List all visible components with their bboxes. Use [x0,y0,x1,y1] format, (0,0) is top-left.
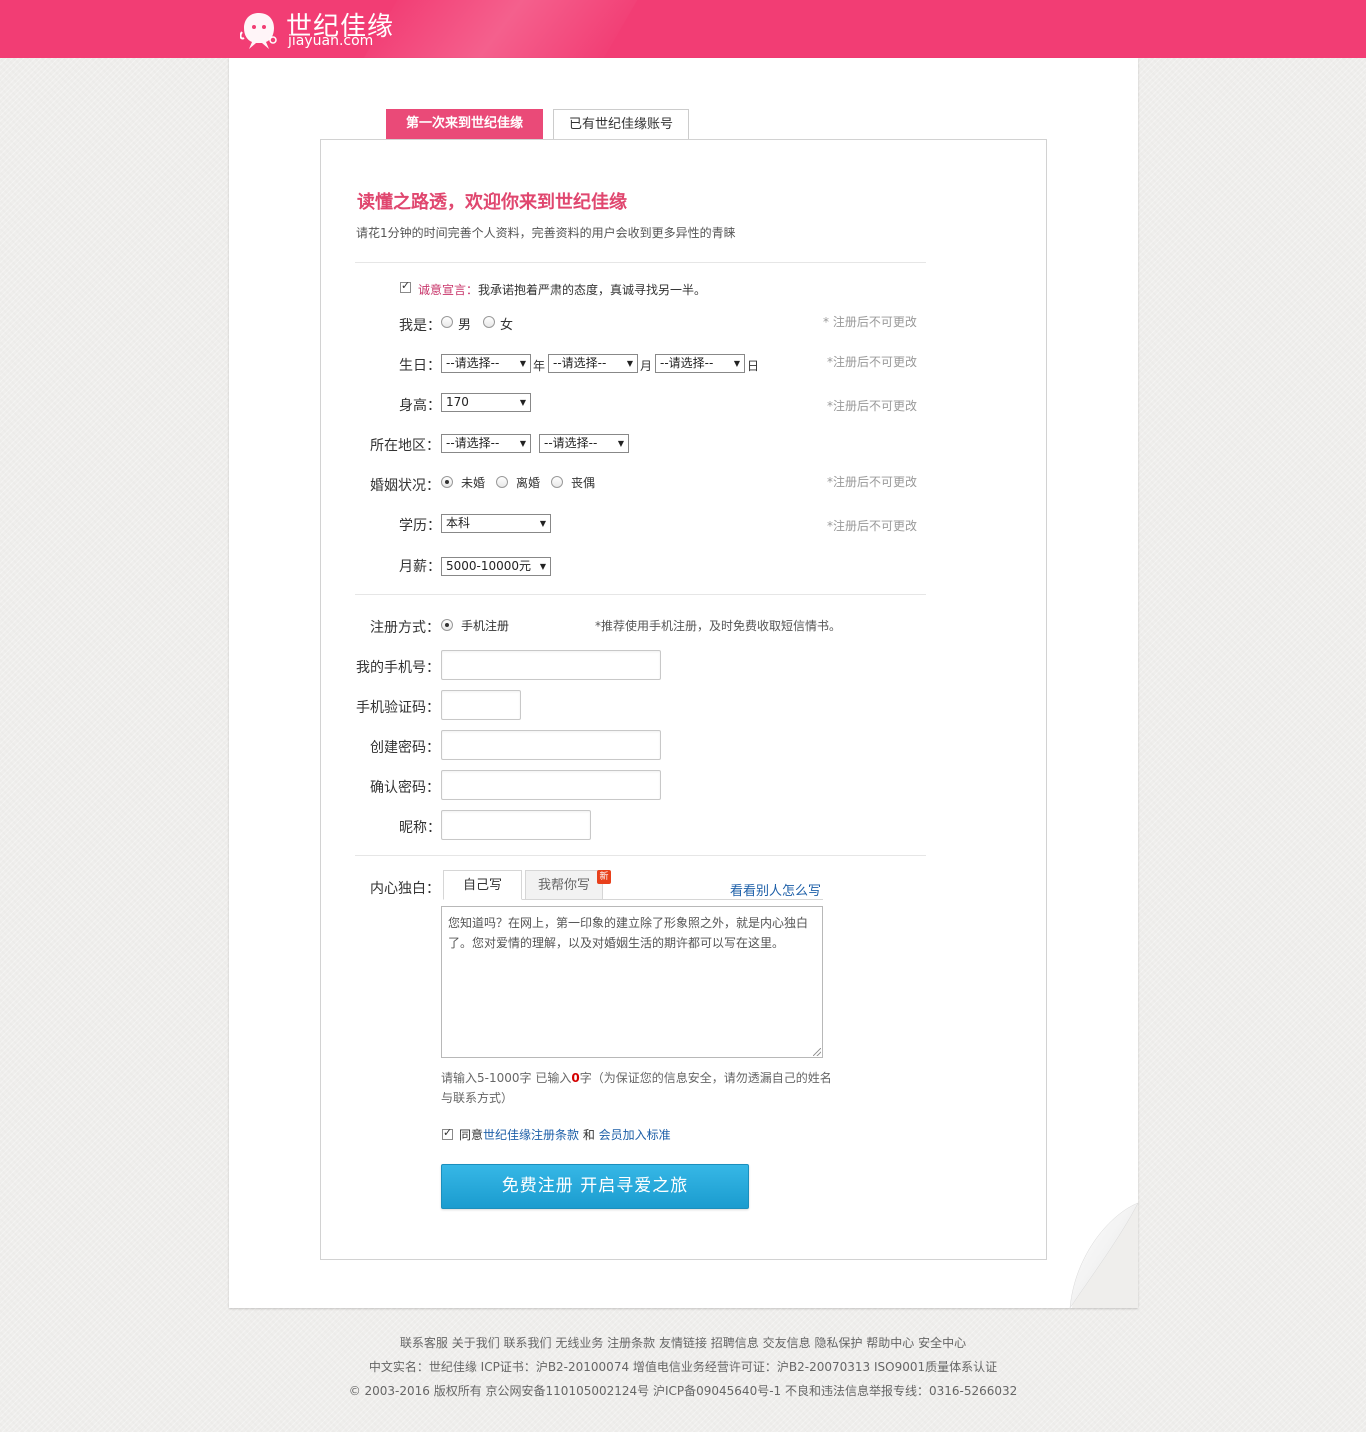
chevron-down-icon: ▼ [519,398,526,407]
section-divider [355,594,926,595]
marriage-option-widowed: 丧偶 [571,476,596,490]
verify-code-input[interactable] [441,690,521,720]
phone-input[interactable] [441,650,661,680]
monologue-label: 内心独白： [370,881,440,897]
chevron-down-icon: ▼ [539,519,546,528]
resize-grip-icon[interactable] [813,1048,821,1056]
chevron-down-icon: ▼ [733,359,740,368]
monologue-textarea[interactable]: 您知道吗？在网上，第一印象的建立除了形象照之外，就是内心独白了。您对爱情的理解，… [441,906,823,1058]
tab-help-me-write[interactable]: 我帮你写 [525,870,603,900]
birthday-month-value: --请选择-- [553,356,607,370]
chevron-down-icon: ▼ [519,359,526,368]
monologue-placeholder: 您知道吗？在网上，第一印象的建立除了形象照之外，就是内心独白了。您对爱情的理解，… [448,916,809,950]
chevron-down-icon: ▼ [519,439,526,448]
height-value: 170 [446,395,469,409]
region-city-select[interactable]: --请选择-- ▼ [539,434,629,453]
monologue-hint: 请输入5-1000字 已输入0字（为保证您的信息安全，请勿透漏自己的姓名与联系方… [441,1068,841,1108]
birthday-month-select[interactable]: --请选择-- ▼ [548,354,638,373]
salary-select[interactable]: 5000-10000元 ▼ [441,557,551,576]
gender-radio-male[interactable] [441,316,453,328]
footer-copyright: © 2003-2016 版权所有 京公网安备110105002124号 沪ICP… [348,1384,1018,1398]
register-method-radio-phone[interactable] [441,619,453,631]
gender-option-female: 女 [500,318,514,333]
education-value: 本科 [446,516,471,530]
marriage-radio-divorced[interactable] [496,476,508,488]
hint-prefix: 请输入5-1000字 已输入 [441,1071,572,1085]
education-label: 学历： [399,518,441,534]
section-divider [355,855,926,856]
height-label: 身高： [399,398,441,414]
marriage-option-single: 未婚 [461,476,486,490]
chevron-down-icon: ▼ [626,359,633,368]
education-select[interactable]: 本科 ▼ [441,514,551,533]
nickname-input[interactable] [441,810,591,840]
terms-prefix: 同意 [459,1128,484,1142]
marriage-note: *注册后不可更改 [827,475,918,489]
marriage-radio-widowed[interactable] [551,476,563,488]
region-city-value: --请选择-- [544,436,598,450]
birthday-label: 生日： [399,358,441,374]
pledge-checkbox[interactable] [400,279,411,293]
brand-name-en: jiayuan.com [288,33,374,49]
tab-first-visit[interactable]: 第一次来到世纪佳缘 [386,109,543,139]
phone-label: 我的手机号： [356,660,440,676]
marriage-label: 婚姻状况： [370,478,440,494]
chevron-down-icon: ▼ [617,439,624,448]
see-others-link[interactable]: 看看别人怎么写 [730,880,821,899]
salary-value: 5000-10000元 [446,559,532,573]
birthday-day-value: --请选择-- [660,356,714,370]
register-method-note: *推荐使用手机注册，及时免费收取短信情书。 [595,619,842,633]
member-standard-link[interactable]: 会员加入标准 [599,1128,671,1142]
welcome-subtitle: 请花1分钟的时间完善个人资料，完善资料的用户会收到更多异性的青睐 [356,226,736,240]
region-province-select[interactable]: --请选择-- ▼ [441,434,531,453]
register-method-label: 注册方式： [370,620,440,636]
confirm-password-input[interactable] [441,770,661,800]
password-label: 创建密码： [370,740,440,756]
new-badge: 新 [597,870,611,884]
tab-write-myself[interactable]: 自己写 [443,870,522,900]
pledge-text: 我承诺抱着严肃的态度，真诚寻找另一半。 [478,283,707,297]
salary-label: 月薪： [399,559,441,575]
month-unit: 月 [640,359,653,373]
marriage-radio-single[interactable] [441,476,453,488]
terms-checkbox[interactable] [442,1126,453,1140]
register-submit-button[interactable]: 免费注册 开启寻爱之旅 [441,1164,749,1209]
birthday-year-value: --请选择-- [446,356,500,370]
gender-radio-female[interactable] [483,316,495,328]
birthday-note: *注册后不可更改 [827,355,918,369]
register-method-option-phone: 手机注册 [461,619,510,633]
gender-option-male: 男 [458,318,472,333]
mascot-icon [240,13,277,49]
education-note: *注册后不可更改 [827,519,918,533]
birthday-day-select[interactable]: --请选择-- ▼ [655,354,745,373]
height-select[interactable]: 170 ▼ [441,393,531,412]
birthday-year-select[interactable]: --请选择-- ▼ [441,354,531,373]
chevron-down-icon: ▼ [539,562,546,571]
region-province-value: --请选择-- [446,436,500,450]
verify-code-label: 手机验证码： [356,700,440,716]
terms-and: 和 [579,1128,599,1142]
welcome-heading: 读懂之路透，欢迎你来到世纪佳缘 [357,192,627,213]
day-unit: 日 [747,359,760,373]
section-divider [355,262,926,263]
gender-note: * 注册后不可更改 [823,315,917,329]
tab-existing-account[interactable]: 已有世纪佳缘账号 [553,109,689,140]
confirm-password-label: 确认密码： [370,780,440,796]
terms-link[interactable]: 世纪佳缘注册条款 [483,1128,579,1142]
footer-license: 中文实名：世纪佳缘 ICP证书：沪B2-20100074 增值电信业务经营许可证… [368,1360,998,1374]
gender-label: 我是： [399,318,441,334]
footer-links[interactable]: 联系客服 关于我们 联系我们 无线业务 注册条款 友情链接 招聘信息 交友信息 … [0,1334,1366,1351]
year-unit: 年 [533,359,546,373]
top-bar: 世纪佳缘 jiayuan.com [0,0,1366,58]
terms-agree-line: 同意世纪佳缘注册条款 和 会员加入标准 [459,1126,671,1143]
password-input[interactable] [441,730,661,760]
marriage-option-divorced: 离婚 [516,476,541,490]
nickname-label: 昵称： [399,820,441,836]
height-note: *注册后不可更改 [827,399,918,413]
region-label: 所在地区： [370,438,440,454]
pledge-title: 诚意宣言： [418,283,479,297]
char-count: 0 [571,1071,580,1085]
